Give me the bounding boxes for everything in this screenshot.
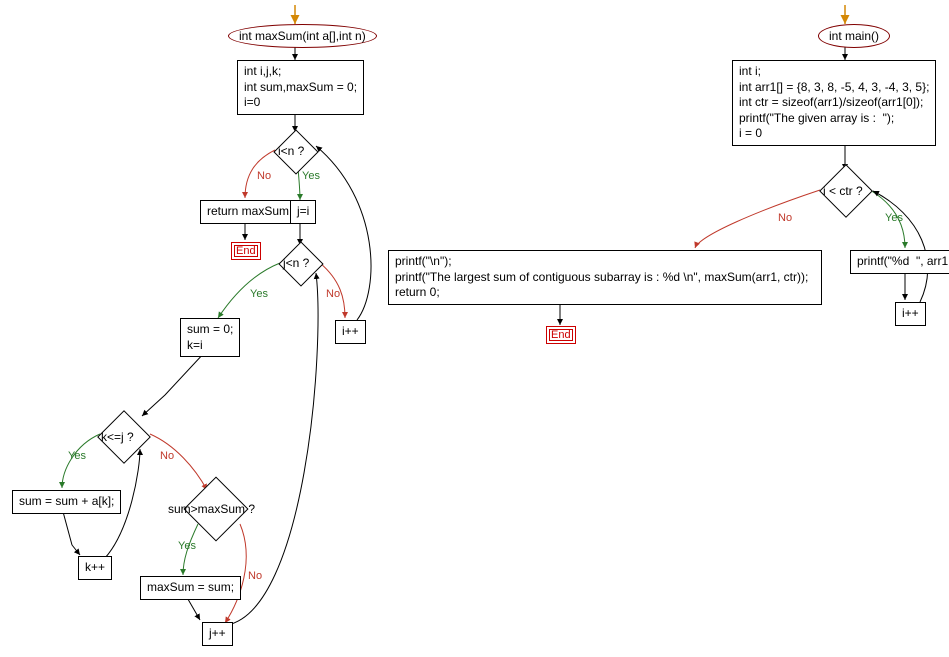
fn-maxsum-start: int maxSum(int a[],int n)	[228, 24, 377, 48]
sum-accumulate: sum = sum + a[k];	[12, 490, 121, 514]
label-yes: Yes	[68, 450, 86, 462]
main-init-block: int i; int arr1[] = {8, 3, 8, -5, 4, 3, …	[732, 60, 936, 146]
j-increment: j++	[202, 622, 233, 646]
label-no: No	[257, 170, 271, 182]
label-no: No	[326, 288, 340, 300]
cond-sum-gt-max: sum>maxSum ?	[168, 502, 255, 516]
fn-main-start: int main()	[818, 24, 890, 48]
return-maxsum: return maxSum;	[200, 200, 299, 224]
cond-i-lt-ctr: i < ctr ?	[823, 184, 863, 198]
label-no: No	[160, 450, 174, 462]
assign-j-i: j=i	[290, 200, 316, 224]
inner-init: sum = 0; k=i	[180, 318, 240, 357]
maxsum-assign: maxSum = sum;	[140, 576, 241, 600]
k-increment: k++	[78, 556, 112, 580]
end-left-1: End	[231, 242, 261, 260]
label-no: No	[778, 212, 792, 224]
label-yes: Yes	[885, 212, 903, 224]
label-yes: Yes	[178, 540, 196, 552]
maxsum-init-block: int i,j,k; int sum,maxSum = 0; i=0	[237, 60, 364, 115]
label-yes: Yes	[302, 170, 320, 182]
label-no: No	[248, 570, 262, 582]
cond-j-lt-n: j<n ?	[283, 256, 309, 270]
print-element: printf("%d ", arr1[i]);	[850, 250, 949, 274]
i-increment-right: i++	[895, 302, 926, 326]
i-increment-left: i++	[335, 320, 366, 344]
label-yes: Yes	[250, 288, 268, 300]
cond-k-le-j: k<=j ?	[101, 430, 134, 444]
end-right: End	[546, 326, 576, 344]
main-final-block: printf("\n"); printf("The largest sum of…	[388, 250, 822, 305]
cond-i-lt-n: i<n ?	[278, 144, 304, 158]
